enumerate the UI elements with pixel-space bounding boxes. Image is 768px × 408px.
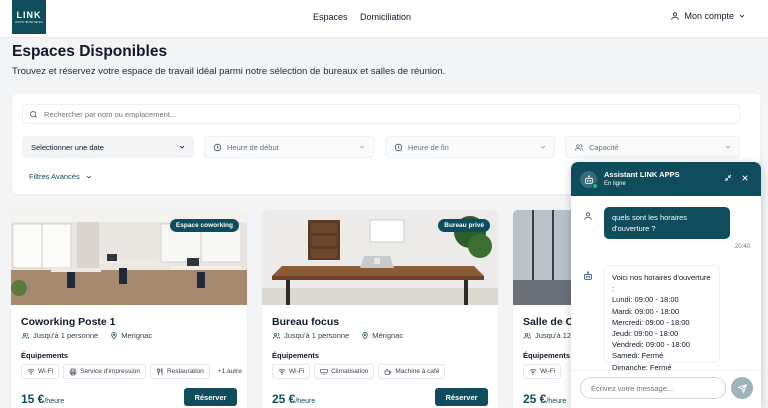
air-conditioner-icon bbox=[320, 368, 328, 375]
space-price: 15 €/heure bbox=[21, 392, 65, 406]
location-pin-icon bbox=[362, 332, 368, 340]
space-title: Coworking Poste 1 bbox=[21, 316, 116, 328]
bot-message: Voici nos horaires d'ouverture : Lundi: … bbox=[604, 265, 720, 372]
chevron-down-icon bbox=[540, 145, 546, 149]
date-select[interactable]: Selectionner une date bbox=[22, 136, 194, 158]
equipment-list: Wi-Fi bbox=[523, 364, 562, 379]
capacity-label: Capacité bbox=[589, 142, 619, 152]
space-capacity: Jusqu'à 1 personne bbox=[33, 331, 99, 340]
chat-widget: Assistant LINK APPS En ligne quels sont … bbox=[571, 162, 761, 408]
equipment-chip: Restauration bbox=[149, 364, 210, 379]
top-bar: LINK APPS BUSINESS Espaces Domiciliation… bbox=[0, 0, 768, 38]
space-meta: Jusqu'à 1 personne Mérignac bbox=[272, 331, 403, 340]
wifi-icon bbox=[278, 368, 286, 375]
start-time-label: Heure de début bbox=[227, 142, 279, 152]
more-equipment[interactable]: +1 autre bbox=[214, 368, 246, 375]
printer-icon bbox=[69, 368, 77, 375]
utensils-icon bbox=[157, 367, 163, 375]
nav-espaces[interactable]: Espaces bbox=[313, 12, 348, 22]
logo[interactable]: LINK APPS BUSINESS bbox=[12, 0, 46, 34]
date-select-label: Selectionner une date bbox=[31, 142, 104, 152]
equipment-list: Wi-Fi Climatisation Machine à café bbox=[272, 364, 446, 379]
space-location: Mérignac bbox=[372, 331, 404, 340]
space-card[interactable]: Bureau privé Bureau focus Jusqu'à 1 pers… bbox=[262, 210, 498, 408]
coffee-icon bbox=[385, 368, 392, 375]
equipment-chip: Machine à café bbox=[378, 364, 446, 379]
nav-domiciliation[interactable]: Domiciliation bbox=[360, 12, 411, 22]
advanced-filters-toggle[interactable]: Filtres Avancés bbox=[29, 172, 93, 181]
chat-message-input[interactable] bbox=[580, 377, 726, 399]
online-indicator bbox=[592, 183, 598, 189]
clock-icon bbox=[394, 143, 403, 151]
chat-title: Assistant LINK APPS bbox=[604, 170, 680, 179]
page-subtitle: Trouvez et réservez votre espace de trav… bbox=[12, 66, 446, 77]
send-button[interactable] bbox=[731, 377, 753, 399]
equipment-label: Équipements bbox=[272, 351, 320, 360]
account-label: Mon compte bbox=[684, 11, 734, 21]
equipment-label: Équipements bbox=[21, 351, 69, 360]
advanced-filters-label: Filtres Avancés bbox=[29, 172, 80, 181]
space-price: 25 €/heure bbox=[272, 392, 316, 406]
search-box[interactable] bbox=[22, 104, 740, 124]
page-title: Espaces Disponibles bbox=[12, 43, 168, 60]
minimize-icon[interactable] bbox=[724, 174, 732, 182]
end-time-select[interactable]: Heure de fin bbox=[385, 136, 555, 158]
user-message: quels sont les horaires d'ouverture ? bbox=[604, 207, 730, 239]
equipment-list: Wi-Fi Service d'impression Restauration … bbox=[21, 364, 246, 379]
chevron-down-icon bbox=[359, 145, 365, 149]
clock-icon bbox=[213, 143, 222, 151]
space-type-badge: Bureau privé bbox=[438, 219, 490, 232]
reserve-button[interactable]: Réserver bbox=[435, 388, 488, 406]
space-meta: Jusqu'à 1 personne Merignac bbox=[21, 331, 152, 340]
equipment-chip: Wi-Fi bbox=[523, 364, 562, 379]
equipment-chip: Wi-Fi bbox=[272, 364, 311, 379]
chat-input-bar bbox=[571, 370, 761, 408]
wifi-icon bbox=[27, 368, 35, 375]
users-icon bbox=[21, 332, 30, 339]
send-icon bbox=[737, 383, 747, 393]
search-icon bbox=[30, 110, 37, 118]
space-photo: Espace coworking bbox=[11, 210, 247, 305]
bot-icon bbox=[584, 271, 592, 280]
end-time-label: Heure de fin bbox=[408, 142, 449, 152]
chevron-down-icon bbox=[725, 145, 731, 149]
location-pin-icon bbox=[111, 332, 117, 340]
equipment-chip: Service d'impression bbox=[63, 364, 146, 379]
wifi-icon bbox=[529, 368, 537, 375]
close-icon[interactable] bbox=[741, 174, 749, 182]
space-capacity: Jusqu'à 1 personne bbox=[284, 331, 350, 340]
space-price: 25 €/heure bbox=[523, 392, 567, 406]
space-location: Merignac bbox=[121, 331, 153, 340]
space-type-badge: Espace coworking bbox=[169, 219, 239, 232]
capacity-select[interactable]: Capacité bbox=[565, 136, 740, 158]
chat-header: Assistant LINK APPS En ligne bbox=[571, 162, 761, 196]
users-icon bbox=[574, 143, 584, 151]
chevron-down-icon bbox=[179, 145, 185, 149]
space-title: Bureau focus bbox=[272, 316, 340, 328]
users-icon bbox=[272, 332, 281, 339]
reserve-button[interactable]: Réserver bbox=[184, 388, 237, 406]
equipment-chip: Climatisation bbox=[314, 364, 375, 379]
space-meta: Jusqu'à 12 p bbox=[523, 331, 577, 340]
start-time-select[interactable]: Heure de début bbox=[204, 136, 374, 158]
chevron-down-icon bbox=[739, 14, 745, 18]
equipment-label: Équipements bbox=[523, 351, 571, 360]
search-input[interactable] bbox=[44, 109, 724, 119]
equipment-chip: Wi-Fi bbox=[21, 364, 60, 379]
space-card[interactable]: Espace coworking Coworking Poste 1 Jusqu… bbox=[11, 210, 247, 408]
account-menu[interactable]: Mon compte bbox=[670, 11, 746, 21]
user-icon bbox=[671, 12, 680, 20]
message-time: 20:40 bbox=[734, 244, 750, 250]
chat-status: En ligne bbox=[604, 181, 626, 187]
users-icon bbox=[523, 332, 532, 339]
space-photo: Bureau privé bbox=[262, 210, 498, 305]
chevron-down-icon bbox=[86, 175, 92, 179]
user-icon bbox=[584, 212, 592, 220]
